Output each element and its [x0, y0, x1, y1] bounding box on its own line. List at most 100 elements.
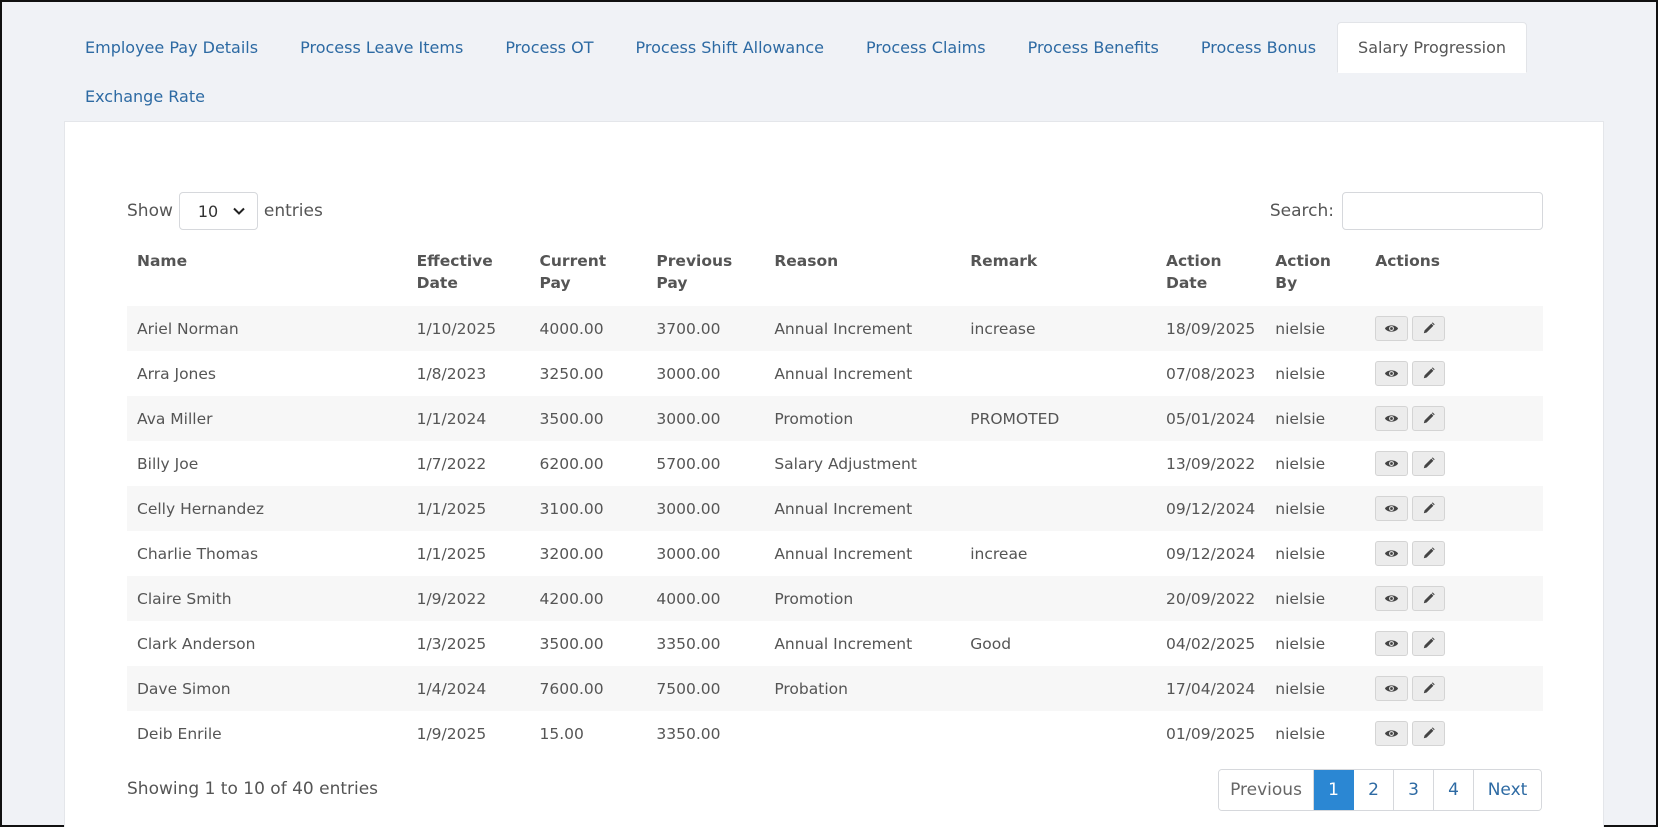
tab-salary-progression[interactable]: Salary Progression — [1337, 22, 1528, 73]
table-row: Clark Anderson 1/3/2025 3500.00 3350.00 Annu… — [127, 621, 1543, 666]
cell-name: Ava Miller — [127, 396, 407, 441]
header-name[interactable]: Name — [127, 250, 407, 306]
table-row: Claire Smith 1/9/2022 4200.00 4000.00 Promot… — [127, 576, 1543, 621]
cell-remark: Good — [970, 634, 1012, 653]
view-button[interactable] — [1375, 451, 1409, 476]
show-label: Show — [127, 201, 173, 221]
view-button[interactable] — [1375, 496, 1409, 521]
cell-action-by: nielsie — [1265, 306, 1366, 351]
cell-current-pay: 3200.00 — [539, 544, 604, 563]
header-current-pay[interactable]: Current Pay — [530, 250, 647, 306]
table-info: Showing 1 to 10 of 40 entries — [127, 779, 379, 799]
row-actions — [1375, 316, 1533, 341]
cell-current-pay: 3500.00 — [529, 396, 647, 441]
cell-effective-date: 1/10/2025 — [406, 306, 530, 351]
header-action-date[interactable]: Action Date — [1156, 250, 1265, 306]
edit-button[interactable] — [1412, 496, 1446, 521]
cell-previous-pay: 3000.00 — [646, 396, 765, 441]
cell-reason: Promotion — [764, 396, 961, 441]
view-button[interactable] — [1375, 676, 1409, 701]
pencil-icon — [1421, 456, 1436, 471]
edit-button[interactable] — [1412, 406, 1446, 431]
cell-action-date: 09/12/2024 — [1165, 544, 1256, 563]
cell-remark — [960, 351, 1156, 396]
view-button[interactable] — [1375, 631, 1409, 656]
pagination-page-1[interactable]: 1 — [1314, 770, 1354, 810]
cell-actions — [1365, 351, 1543, 396]
cell-previous-pay: 3350.00 — [656, 634, 721, 653]
table-row: Celly Hernandez 1/1/2025 3100.00 3000.00 Ann… — [127, 486, 1543, 531]
entries-select-value: 10 — [197, 201, 219, 221]
edit-button[interactable] — [1412, 361, 1446, 386]
edit-button[interactable] — [1412, 676, 1446, 701]
view-button[interactable] — [1375, 721, 1409, 746]
search-input[interactable] — [1342, 192, 1543, 230]
view-button[interactable] — [1375, 361, 1409, 386]
tab-process-shift-allowance[interactable]: Process Shift Allowance — [614, 22, 845, 73]
tab-process-benefits[interactable]: Process Benefits — [1007, 22, 1180, 73]
cell-previous-pay: 4000.00 — [646, 576, 765, 621]
cell-effective-date: 1/3/2025 — [416, 634, 487, 653]
view-button[interactable] — [1375, 541, 1409, 566]
cell-previous-pay: 3000.00 — [646, 486, 765, 531]
edit-button[interactable] — [1412, 721, 1446, 746]
cell-effective-date: 1/1/2025 — [416, 544, 487, 563]
header-previous-pay[interactable]: Previous Pay — [646, 250, 764, 306]
pagination-page-2[interactable]: 2 — [1354, 770, 1394, 810]
tab-process-ot[interactable]: Process OT — [484, 22, 614, 73]
cell-actions — [1365, 441, 1543, 486]
cell-reason — [764, 711, 960, 756]
header-action-by[interactable]: Action By — [1265, 250, 1365, 306]
edit-button[interactable] — [1412, 631, 1446, 656]
row-actions — [1375, 676, 1533, 701]
pencil-icon — [1421, 546, 1436, 561]
tab-employee-pay-details[interactable]: Employee Pay Details — [64, 22, 279, 73]
entries-select[interactable]: 10 — [178, 192, 258, 230]
content-panel: Show 10 entries Search: Name Effective D… — [64, 121, 1604, 827]
pagination-page-3[interactable]: 3 — [1394, 770, 1434, 810]
header-remark[interactable]: Remark — [960, 250, 1156, 306]
entries-label: entries — [263, 201, 323, 221]
row-actions — [1375, 631, 1533, 656]
cell-actions — [1365, 486, 1543, 531]
pagination-next[interactable]: Next — [1474, 770, 1541, 810]
salary-progression-table: Name Effective Date Current Pay Previous… — [127, 250, 1543, 756]
pagination-page-4[interactable]: 4 — [1434, 770, 1474, 810]
edit-button[interactable] — [1412, 541, 1446, 566]
cell-previous-pay: 3000.00 — [656, 364, 721, 383]
pencil-icon — [1421, 411, 1436, 426]
pencil-icon — [1421, 726, 1436, 741]
table-controls: Show 10 entries Search: — [127, 192, 1543, 230]
view-button[interactable] — [1375, 586, 1409, 611]
edit-button[interactable] — [1412, 451, 1446, 476]
cell-current-pay: 7600.00 — [529, 666, 647, 711]
cell-name: Deib Enrile — [137, 724, 222, 743]
cell-remark: increae — [970, 544, 1028, 563]
row-actions — [1375, 406, 1533, 431]
row-actions — [1375, 361, 1533, 386]
eye-icon — [1384, 546, 1399, 561]
pagination-previous[interactable]: Previous — [1219, 770, 1314, 810]
edit-button[interactable] — [1412, 316, 1446, 341]
tab-bar: Employee Pay Details Process Leave Items… — [64, 22, 1624, 119]
cell-remark — [960, 666, 1156, 711]
cell-current-pay: 6200.00 — [539, 454, 604, 473]
pencil-icon — [1421, 636, 1436, 651]
cell-reason: Promotion — [764, 576, 961, 621]
cell-name: Dave Simon — [127, 666, 407, 711]
cell-reason: Annual Increment — [774, 634, 913, 653]
cell-remark — [960, 441, 1156, 486]
pagination: Previous 1 2 3 4 Next — [1218, 769, 1542, 811]
tab-exchange-rate[interactable]: Exchange Rate — [64, 73, 226, 119]
cell-remark: increase — [960, 306, 1156, 351]
cell-actions — [1365, 711, 1543, 756]
view-button[interactable] — [1375, 406, 1409, 431]
header-reason[interactable]: Reason — [764, 250, 960, 306]
tab-process-bonus[interactable]: Process Bonus — [1180, 22, 1337, 73]
tab-process-claims[interactable]: Process Claims — [845, 22, 1007, 73]
tab-process-leave-items[interactable]: Process Leave Items — [279, 22, 484, 73]
row-actions — [1375, 451, 1533, 476]
edit-button[interactable] — [1412, 586, 1446, 611]
header-effective-date[interactable]: Effective Date — [407, 250, 530, 306]
view-button[interactable] — [1375, 316, 1409, 341]
